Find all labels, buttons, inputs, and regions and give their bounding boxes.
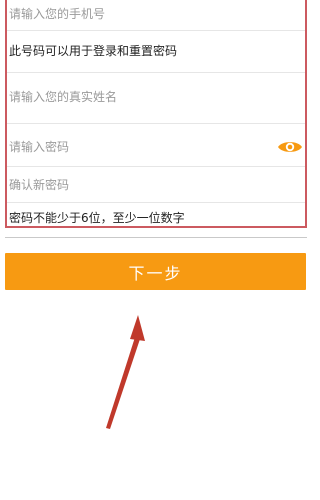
realname-field[interactable]: 请输入您的真实姓名: [7, 84, 305, 110]
password-rule-text: 密码不能少于6位，至少一位数字: [9, 211, 185, 225]
divider: [7, 72, 305, 73]
next-step-button[interactable]: 下一步: [5, 253, 306, 290]
confirm-password-placeholder: 确认新密码: [9, 178, 70, 192]
realname-placeholder: 请输入您的真实姓名: [9, 90, 118, 104]
confirm-password-field[interactable]: 确认新密码: [7, 172, 305, 198]
divider: [7, 202, 305, 203]
divider: [7, 30, 305, 31]
phone-placeholder: 请输入您的手机号: [9, 7, 106, 21]
annotation-arrow-head: [130, 315, 145, 341]
phone-note-row: 此号码可以用于登录和重置密码: [7, 38, 305, 64]
annotation-arrow-shaft: [106, 334, 141, 429]
divider: [7, 166, 305, 167]
phone-note-text: 此号码可以用于登录和重置密码: [9, 44, 178, 58]
form-bottom-divider: [5, 237, 307, 238]
eye-icon[interactable]: [277, 139, 303, 155]
registration-form-highlight: 请输入您的手机号 此号码可以用于登录和重置密码 请输入您的真实姓名 请输入密码 …: [5, 0, 307, 228]
password-rule-row: 密码不能少于6位，至少一位数字: [7, 206, 305, 230]
password-field[interactable]: 请输入密码: [7, 134, 305, 160]
password-placeholder: 请输入密码: [9, 140, 70, 154]
phone-field[interactable]: 请输入您的手机号: [7, 2, 305, 26]
divider: [7, 123, 305, 124]
